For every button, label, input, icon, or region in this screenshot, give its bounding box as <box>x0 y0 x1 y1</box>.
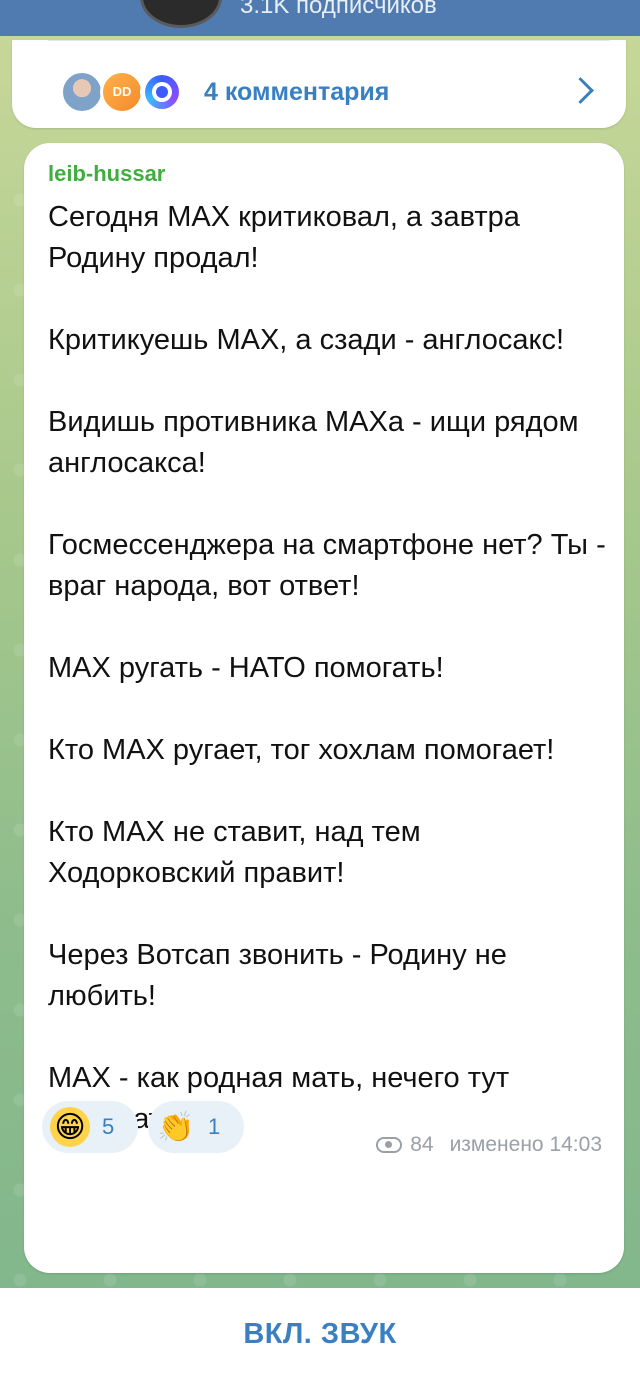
bottom-bar: ВКЛ. ЗВУК <box>0 1288 640 1388</box>
avatar: DD <box>100 70 144 114</box>
reaction-grin[interactable]: 😁 5 <box>42 1101 138 1153</box>
reaction-count: 5 <box>102 1114 115 1139</box>
unmute-button[interactable]: ВКЛ. ЗВУК <box>0 1318 640 1351</box>
message-meta: 84 изменено 14:03 <box>376 1133 602 1157</box>
clap-emoji-icon: 👏 <box>157 1110 195 1144</box>
comments-button[interactable]: DD 4 комментария <box>12 40 626 128</box>
reaction-clap[interactable]: 👏 1 <box>148 1101 244 1153</box>
message-paragraph: Видишь противника MAXа - ищи рядом англо… <box>48 406 587 479</box>
avatar <box>60 70 104 114</box>
message-paragraph: Госмессенджера на смартфоне нет? Ты - вр… <box>48 529 614 602</box>
message-paragraph: Сегодня MAX критиковал, а завтра Родину … <box>48 201 528 274</box>
channel-avatar[interactable] <box>140 0 222 28</box>
grin-emoji-icon: 😁 <box>50 1107 90 1147</box>
message-author[interactable]: leib-hussar <box>48 161 165 187</box>
edited-timestamp: изменено 14:03 <box>449 1133 602 1156</box>
message-paragraph: Кто MAX не ставит, над тем Ходорковский … <box>48 816 429 889</box>
comments-count-label: 4 комментария <box>204 78 390 106</box>
message-text: Сегодня MAX критиковал, а завтра Родину … <box>48 197 608 1140</box>
message-paragraph: Кто MAX ругает, тог хохлам помогает! <box>48 734 555 766</box>
message-bubble[interactable]: leib-hussar Сегодня MAX критиковал, а за… <box>24 143 624 1273</box>
channel-header: 3.1K подписчиков <box>0 0 640 36</box>
avatar <box>140 70 184 114</box>
chevron-right-icon <box>567 77 594 104</box>
eye-icon <box>376 1137 403 1153</box>
commenter-avatars: DD <box>60 70 190 114</box>
message-paragraph: Через Вотсап звонить - Родину не любить! <box>48 939 515 1012</box>
divider <box>48 40 610 41</box>
message-paragraph: Критикуешь MAX, а сзади - англосакс! <box>48 324 565 356</box>
subscribers-count: 3.1K подписчиков <box>240 0 437 19</box>
views-count: 84 <box>410 1133 434 1156</box>
message-paragraph: MAX ругать - НАТО помогать! <box>48 652 444 684</box>
reaction-count: 1 <box>208 1114 221 1139</box>
